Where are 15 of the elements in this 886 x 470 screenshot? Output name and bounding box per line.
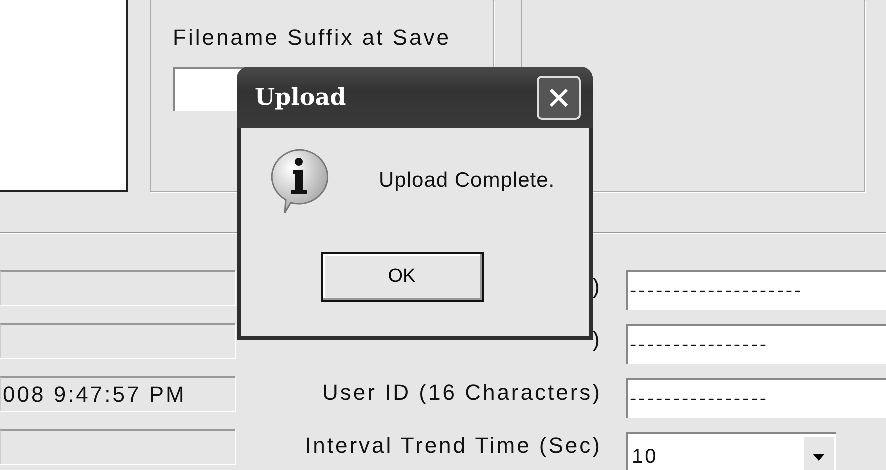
caret-icon [813, 454, 825, 460]
field-label: ) [592, 327, 602, 354]
field-label: User ID (16 Characters) [322, 380, 602, 407]
input-field[interactable]: -------------------- [626, 270, 886, 310]
input-field[interactable]: ---------------- [626, 378, 886, 418]
field-label: ) [592, 274, 602, 301]
dropdown[interactable]: 10 [626, 432, 836, 470]
status-field: 008 9:47:57 PM [0, 376, 236, 412]
dialog-message: Upload Complete. [379, 169, 556, 193]
ok-button[interactable]: OK [320, 252, 484, 302]
input-field[interactable]: ---------------- [626, 324, 886, 364]
dialog-title: Upload [255, 84, 346, 111]
field-label: Interval Trend Time (Sec) [305, 433, 602, 460]
close-button[interactable] [537, 76, 581, 120]
field-label: Filename Suffix at Save [173, 25, 451, 51]
